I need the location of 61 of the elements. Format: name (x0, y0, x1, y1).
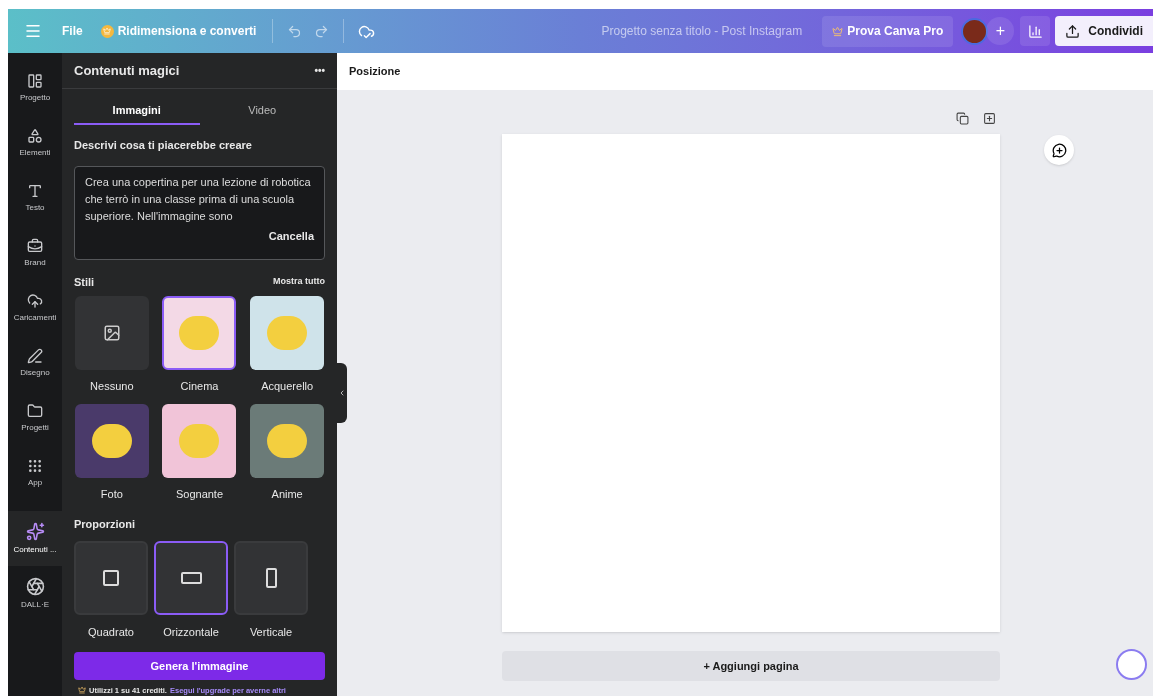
clear-button[interactable]: Cancella (268, 228, 314, 245)
cloud-upload-icon (27, 293, 43, 309)
sparkles-icon (25, 521, 45, 541)
more-button[interactable]: ••• (314, 62, 325, 78)
portrait-rectangle-icon (265, 567, 277, 588)
bar-chart-icon (1027, 23, 1043, 39)
rail-item[interactable]: App (8, 446, 62, 501)
rail-item[interactable]: Brand (8, 226, 62, 281)
chevron-left-icon (338, 389, 346, 397)
landscape-rectangle-icon (180, 571, 202, 584)
rail-item[interactable]: Elementi (8, 116, 62, 171)
photo-placeholder (267, 316, 308, 351)
assistant-button[interactable] (1116, 649, 1147, 680)
rail-item[interactable]: Disegno (8, 336, 62, 391)
image-icon (102, 324, 121, 343)
photo-placeholder (179, 423, 220, 458)
duplicate-page-icon (956, 112, 969, 125)
prompt-text: Crea una copertina per una lezione di robotica che terrò in una classe prima di una scuola superiore. Nell'immagine sono (85, 175, 312, 225)
prompt-label: Descrivi cosa ti piacerebbe creare (73, 137, 253, 153)
try-pro-button[interactable]: Prova Canva Pro (822, 15, 954, 47)
add-page-icon (983, 112, 996, 125)
crown-icon (832, 25, 844, 37)
aperture-icon (25, 576, 45, 596)
photo-placeholder (91, 423, 132, 458)
add-comment-icon (1051, 142, 1067, 158)
styles-label: Stili (74, 274, 95, 290)
insights-button[interactable] (1020, 16, 1051, 46)
rail-item[interactable]: Progetti (8, 391, 62, 446)
crown-icon (78, 686, 86, 695)
grid-icon (27, 458, 43, 474)
photo-placeholder (179, 316, 220, 351)
text-icon (27, 183, 43, 199)
photo-placeholder (267, 423, 308, 458)
pen-icon (27, 348, 43, 364)
panel-title: Contenuti magici (74, 61, 180, 80)
share-icon (1065, 23, 1081, 39)
rail-item[interactable]: Caricamenti (8, 281, 62, 336)
crown-icon (100, 24, 114, 38)
briefcase-icon (27, 238, 43, 254)
prompt-field[interactable]: Crea una copertina per una lezione di robotica che terrò in una classe prima di una scuola superiore. Nell'immagine sono Cancella (74, 166, 325, 260)
rail-item[interactable]: Contenuti ... (8, 511, 62, 566)
proportions-label: Proporzioni (73, 517, 137, 533)
show-all-link[interactable]: Mostra tutto (273, 275, 325, 289)
shapes-icon (27, 128, 43, 144)
rail-item[interactable]: Progetto (8, 61, 62, 116)
generate-button[interactable]: Genera l'immagine (74, 652, 325, 680)
square-icon (103, 569, 119, 586)
tab[interactable]: Video (199, 98, 325, 125)
folder-icon (27, 403, 43, 419)
add-page-button[interactable]: + Aggiungi pagina (502, 651, 1000, 681)
avatar[interactable] (961, 17, 989, 45)
share-button[interactable]: Condividi (1055, 16, 1153, 46)
layout-icon (27, 73, 43, 89)
rail-item[interactable]: DALL·E (8, 566, 62, 621)
add-member-button[interactable]: + (986, 17, 1015, 45)
menu-icon[interactable] (24, 22, 42, 40)
collapse-handle[interactable] (337, 363, 347, 423)
rail-item[interactable]: Testo (8, 171, 62, 226)
position-button[interactable]: Posizione (349, 63, 401, 80)
tab[interactable]: Immagini (74, 98, 200, 125)
comment-button[interactable] (1044, 135, 1074, 165)
